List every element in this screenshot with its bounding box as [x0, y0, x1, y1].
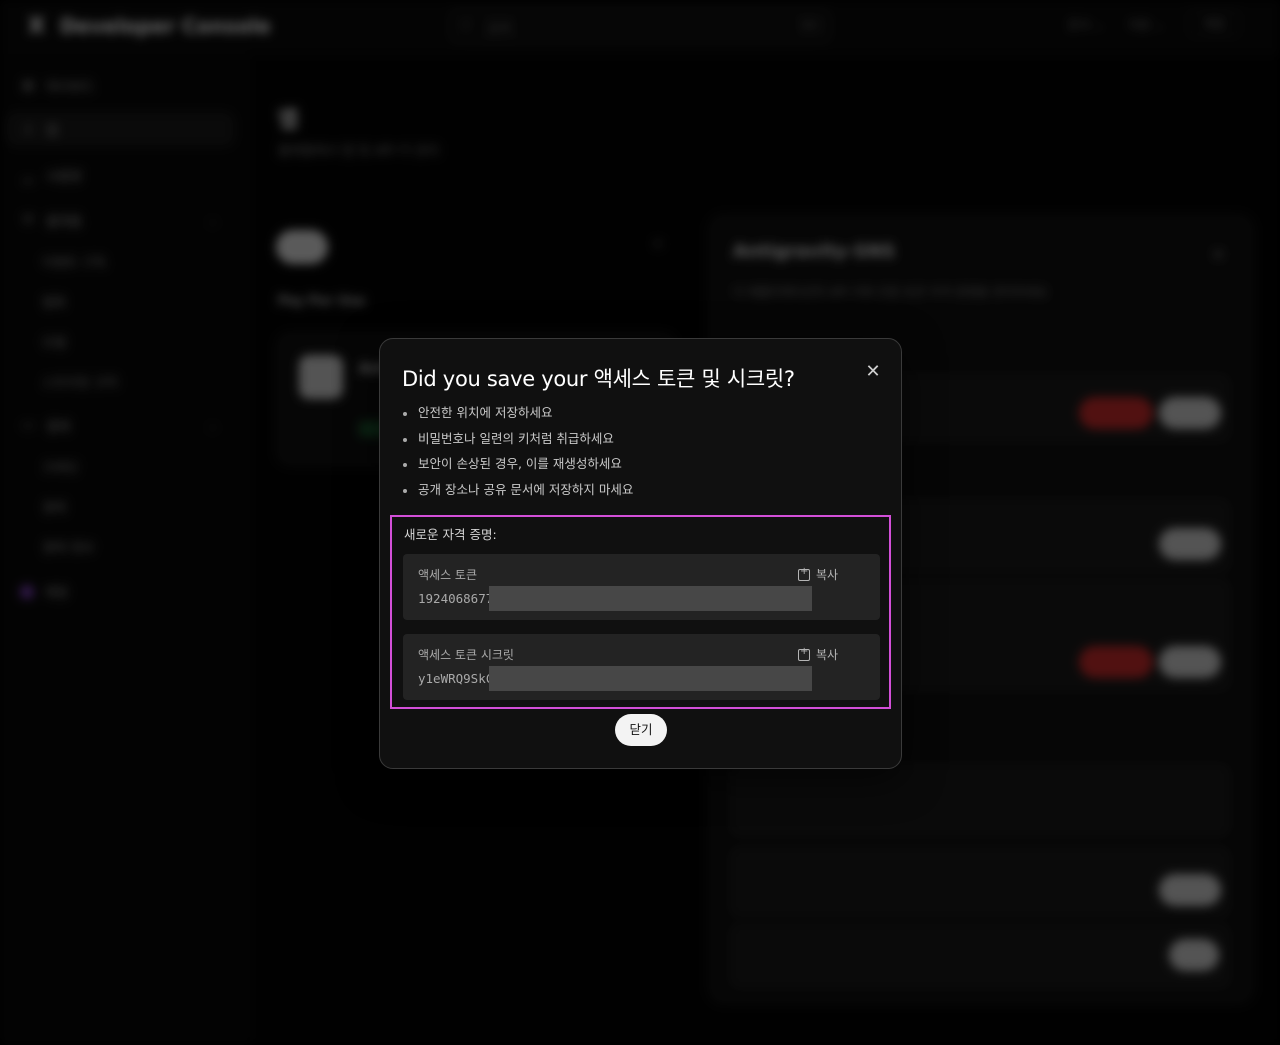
access-token-secret-field: 액세스 토큰 시크릿 복사 y1eWRQ9SkC: [403, 634, 880, 700]
credentials-heading: 새로운 자격 증명:: [404, 527, 497, 542]
copy-access-token-secret-button[interactable]: 복사: [798, 646, 838, 663]
access-token-field: 액세스 토큰 복사 1924068677: [403, 554, 880, 620]
new-credentials-section: 새로운 자격 증명: 액세스 토큰 복사 1924068677 액세스 토큰 시…: [390, 515, 891, 709]
security-tips-list: 안전한 위치에 저장하세요 비밀번호나 일련의 키처럼 취급하세요 보안이 손상…: [402, 403, 633, 505]
list-item: 비밀번호나 일련의 키처럼 취급하세요: [402, 429, 633, 455]
list-item: 보안이 손상된 경우, 이를 재생성하세요: [402, 454, 633, 480]
copy-icon: [798, 646, 810, 661]
close-icon[interactable]: ✕: [862, 361, 884, 383]
redaction-mask: [489, 666, 812, 691]
close-button[interactable]: 닫기: [615, 714, 667, 746]
list-item: 공개 장소나 공유 문서에 저장하지 마세요: [402, 480, 633, 506]
copy-label: 복사: [816, 648, 839, 662]
access-token-value[interactable]: 1924068677: [418, 591, 496, 606]
copy-access-token-button[interactable]: 복사: [798, 566, 838, 583]
access-token-secret-value[interactable]: y1eWRQ9SkC: [418, 671, 496, 686]
dialog-title: Did you save your 액세스 토큰 및 시크릿?: [402, 367, 795, 391]
copy-icon: [798, 566, 810, 581]
list-item: 안전한 위치에 저장하세요: [402, 403, 633, 429]
save-credentials-dialog: Did you save your 액세스 토큰 및 시크릿? ✕ 안전한 위치…: [379, 338, 902, 769]
access-token-label: 액세스 토큰: [418, 568, 478, 582]
access-token-secret-label: 액세스 토큰 시크릿: [418, 648, 514, 662]
redaction-mask: [489, 586, 812, 611]
copy-label: 복사: [816, 568, 839, 582]
